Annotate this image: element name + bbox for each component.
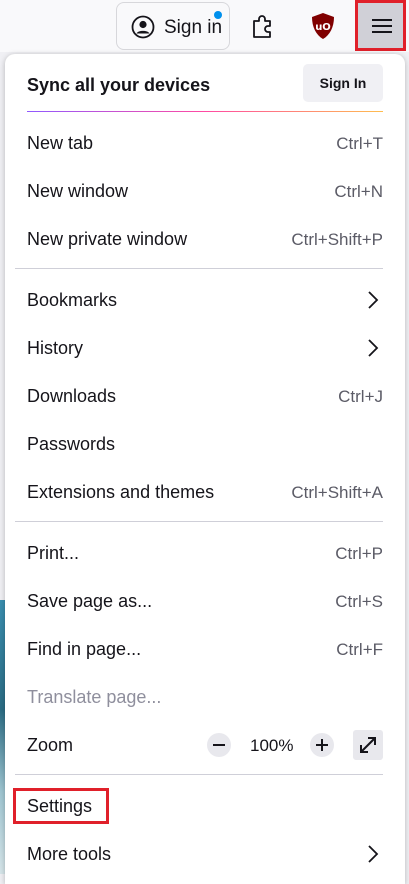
menu-item-label: Print... bbox=[27, 543, 80, 563]
zoom-level[interactable]: 100% bbox=[250, 736, 293, 756]
hamburger-menu-button[interactable] bbox=[355, 0, 406, 51]
menu-item-zoom: Zoom 100% bbox=[5, 722, 405, 768]
menu-item-more-tools[interactable]: More tools bbox=[5, 831, 405, 877]
menu-item-label: More tools bbox=[27, 844, 112, 864]
menu-item-history[interactable]: History bbox=[5, 325, 405, 371]
menu-item-label: Save page as... bbox=[27, 591, 153, 611]
menu-item-downloads[interactable]: Downloads Ctrl+J bbox=[5, 373, 405, 419]
menu-item-label: New private window bbox=[27, 229, 188, 249]
fullscreen-icon bbox=[360, 737, 376, 753]
chevron-right-icon bbox=[368, 845, 379, 863]
fullscreen-button[interactable] bbox=[353, 730, 383, 760]
sync-sign-in-button[interactable]: Sign In bbox=[303, 64, 383, 102]
app-menu-panel: Sync all your devices Sign In New tab Ct… bbox=[5, 54, 405, 884]
menu-item-passwords[interactable]: Passwords bbox=[5, 421, 405, 467]
menu-item-label: Bookmarks bbox=[27, 290, 118, 310]
menu-item-save-page-as[interactable]: Save page as... Ctrl+S bbox=[5, 578, 405, 624]
settings-highlight-box bbox=[13, 788, 109, 824]
hamburger-menu-icon bbox=[372, 19, 392, 33]
menu-item-label: Passwords bbox=[27, 434, 116, 454]
menu-item-shortcut: Ctrl+J bbox=[338, 387, 383, 406]
account-sign-in-button[interactable]: Sign in bbox=[116, 2, 230, 50]
menu-item-shortcut: Ctrl+Shift+P bbox=[291, 230, 383, 249]
menu-item-shortcut: Ctrl+T bbox=[336, 134, 383, 153]
sign-in-label: Sign in bbox=[164, 17, 223, 38]
menu-item-label: Translate page... bbox=[27, 687, 162, 707]
sync-title: Sync all your devices bbox=[27, 75, 211, 95]
account-icon bbox=[131, 15, 155, 39]
plus-icon bbox=[316, 739, 328, 751]
menu-separator bbox=[15, 774, 383, 775]
menu-item-label: New window bbox=[27, 181, 129, 201]
menu-item-label: History bbox=[27, 338, 84, 358]
menu-item-new-window[interactable]: New window Ctrl+N bbox=[5, 168, 405, 214]
menu-item-bookmarks[interactable]: Bookmarks bbox=[5, 277, 405, 323]
menu-item-label: New tab bbox=[27, 133, 94, 153]
menu-item-shortcut: Ctrl+F bbox=[336, 640, 383, 659]
menu-item-print[interactable]: Print... Ctrl+P bbox=[5, 530, 405, 576]
chevron-right-icon bbox=[368, 339, 379, 357]
sync-divider bbox=[27, 111, 383, 112]
ublock-origin-icon[interactable]: uO bbox=[310, 12, 336, 40]
minus-icon bbox=[213, 744, 225, 746]
menu-item-new-tab[interactable]: New tab Ctrl+T bbox=[5, 120, 405, 166]
menu-item-shortcut: Ctrl+Shift+A bbox=[291, 483, 383, 502]
menu-item-label: Extensions and themes bbox=[27, 482, 215, 502]
svg-text:uO: uO bbox=[315, 22, 331, 33]
menu-item-new-private-window[interactable]: New private window Ctrl+Shift+P bbox=[5, 216, 405, 262]
menu-item-shortcut: Ctrl+N bbox=[334, 182, 383, 201]
menu-item-translate-page: Translate page... bbox=[5, 674, 405, 720]
menu-item-extensions-and-themes[interactable]: Extensions and themes Ctrl+Shift+A bbox=[5, 469, 405, 515]
menu-item-label: Zoom bbox=[27, 735, 74, 755]
menu-separator bbox=[15, 268, 383, 269]
notification-dot bbox=[214, 11, 222, 19]
browser-toolbar: Sign in uO bbox=[0, 0, 409, 52]
menu-item-find-in-page[interactable]: Find in page... Ctrl+F bbox=[5, 626, 405, 672]
menu-separator bbox=[15, 521, 383, 522]
sync-section: Sync all your devices Sign In bbox=[5, 54, 405, 112]
zoom-out-button[interactable] bbox=[207, 733, 231, 757]
menu-item-label: Downloads bbox=[27, 386, 117, 406]
menu-item-shortcut: Ctrl+S bbox=[335, 592, 383, 611]
zoom-in-button[interactable] bbox=[310, 733, 334, 757]
chevron-right-icon bbox=[368, 291, 379, 309]
menu-item-label: Find in page... bbox=[27, 639, 142, 659]
zoom-controls: 100% bbox=[207, 730, 383, 760]
extensions-icon[interactable] bbox=[250, 12, 278, 40]
menu-item-shortcut: Ctrl+P bbox=[335, 544, 383, 563]
